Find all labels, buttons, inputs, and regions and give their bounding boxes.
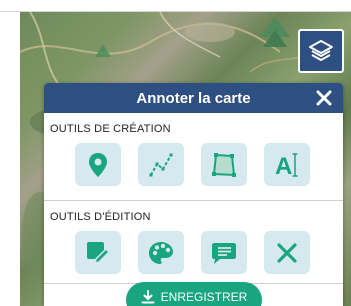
save-label: ENREGISTRER bbox=[160, 290, 248, 304]
creation-tools-label: OUTILS DE CRÉATION bbox=[50, 123, 171, 135]
draw-line-button[interactable] bbox=[138, 143, 184, 186]
map-pin-icon bbox=[89, 152, 107, 177]
top-toolbar bbox=[0, 0, 351, 12]
draw-polygon-button[interactable] bbox=[201, 143, 247, 186]
style-button[interactable] bbox=[138, 231, 184, 274]
annotate-map-panel: Annoter la carte OUTILS DE CRÉATION A OU… bbox=[44, 83, 343, 306]
creation-tools: A bbox=[44, 143, 343, 186]
section-divider bbox=[44, 200, 343, 201]
download-icon bbox=[141, 290, 155, 304]
edition-tools-label: OUTILS D'ÉDITION bbox=[50, 211, 151, 223]
palette-icon bbox=[149, 241, 173, 264]
edit-annotation-button[interactable] bbox=[75, 231, 121, 274]
left-margin bbox=[0, 12, 20, 306]
add-text-button[interactable]: A bbox=[264, 143, 310, 186]
delete-icon bbox=[277, 242, 297, 263]
comment-icon bbox=[212, 242, 236, 264]
delete-button[interactable] bbox=[264, 231, 310, 274]
polyline-icon bbox=[149, 153, 173, 176]
edition-tools bbox=[44, 231, 343, 274]
edit-icon bbox=[87, 241, 111, 264]
comment-button[interactable] bbox=[201, 231, 247, 274]
layers-icon bbox=[309, 40, 333, 61]
add-marker-button[interactable] bbox=[75, 143, 121, 186]
layers-button[interactable] bbox=[298, 29, 344, 73]
close-button[interactable] bbox=[313, 87, 335, 109]
panel-title: Annoter la carte bbox=[136, 89, 251, 107]
polygon-icon bbox=[212, 152, 236, 177]
close-icon bbox=[316, 90, 332, 106]
save-button[interactable]: ENREGISTRER bbox=[126, 282, 262, 306]
panel-header: Annoter la carte bbox=[44, 83, 343, 113]
text-icon: A bbox=[275, 153, 298, 178]
text-icon-glyph: A bbox=[275, 153, 292, 178]
